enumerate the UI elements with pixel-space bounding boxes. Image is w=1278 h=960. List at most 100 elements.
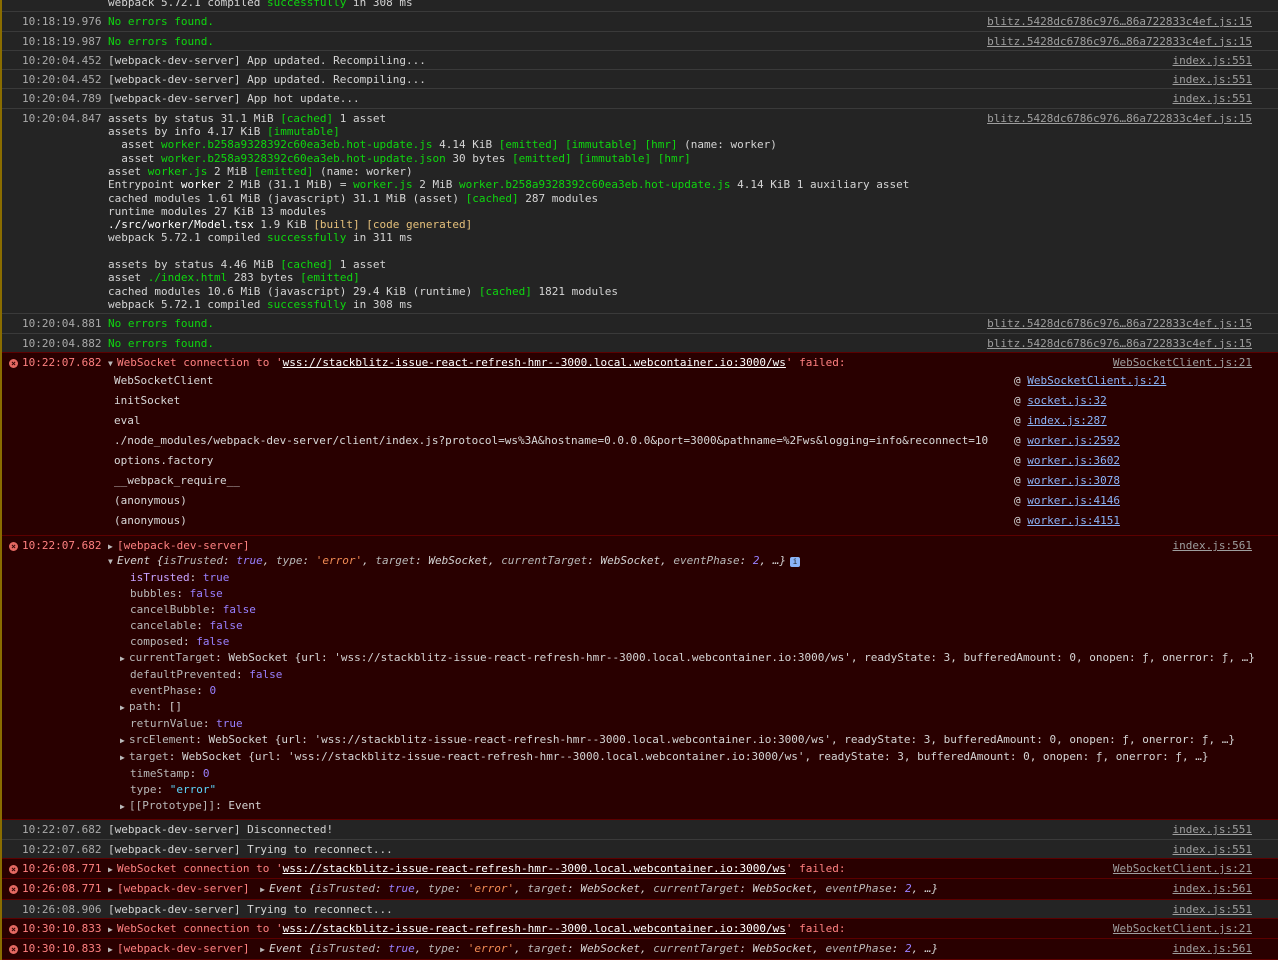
source-link[interactable]: index.js:551	[987, 73, 1278, 86]
error-icon: ×	[9, 865, 18, 875]
console-message: webpack 5.72.1 compiled successfully in …	[2, 0, 1278, 13]
stack-source-link[interactable]: index.js:287	[1027, 414, 1106, 427]
source-link[interactable]: index.js:551	[987, 903, 1278, 916]
source-link[interactable]: index.js:561	[987, 942, 1278, 956]
message-text[interactable]: ▶ WebSocket connection to 'wss://stackbli…	[108, 862, 987, 876]
source-link[interactable]: WebSocketClient.js:21	[987, 356, 1278, 370]
console-error: × 10:26:08.771 ▶ WebSocket connection to …	[2, 858, 1278, 880]
collapse-arrow-icon[interactable]: ▼	[108, 554, 117, 570]
source-link[interactable]: WebSocketClient.js:21	[987, 922, 1278, 936]
stack-source-link[interactable]: worker.js:3602	[1027, 454, 1120, 467]
console-message: 10:22:07.682 [webpack-dev-server] Trying…	[2, 840, 1278, 860]
error-icon: ×	[9, 542, 18, 552]
ws-url-link[interactable]: wss://stackblitz-issue-react-refresh-hmr…	[283, 922, 786, 935]
ws-url-link[interactable]: wss://stackblitz-issue-react-refresh-hmr…	[283, 862, 786, 875]
prop-path[interactable]: ▶ path: []	[108, 699, 1278, 716]
message-text: [webpack-dev-server] Disconnected!	[108, 823, 334, 837]
expand-arrow-icon[interactable]: ▶	[108, 863, 117, 876]
console-error: × 10:26:08.771 ▶ [webpack-dev-server] ▶ Ev…	[2, 878, 1278, 900]
prop-returnvalue: returnValue: true	[130, 717, 243, 731]
expand-arrow-icon[interactable]: ▶	[260, 943, 269, 956]
console-log: webpack 5.72.1 compiled successfully in …	[0, 0, 1278, 960]
ws-url-link[interactable]: wss://stackblitz-issue-react-refresh-hmr…	[283, 356, 786, 369]
console-message-build: 10:20:04.847 assets by status 31.1 MiB […	[2, 109, 1278, 315]
stack-frame: eval @ index.js:287	[106, 411, 1278, 431]
message-text: [webpack-dev-server] App updated. Recomp…	[108, 73, 426, 87]
timestamp: 10:26:08.771	[22, 882, 102, 896]
console-message: 10:20:04.881 No errors found. blitz.5428…	[2, 314, 1278, 334]
console-error-expanded: × 10:22:07.682 ▶ [webpack-dev-server] ind…	[2, 535, 1278, 821]
expand-arrow-icon[interactable]: ▶	[108, 923, 117, 936]
prop-composed: composed: false	[130, 635, 230, 649]
timestamp: 10:22:07.682	[22, 355, 102, 369]
timestamp: 10:30:10.833	[22, 921, 102, 935]
stack-function: eval	[114, 414, 141, 428]
stack-frame: initSocket @ socket.js:32	[106, 391, 1278, 411]
expand-arrow-icon[interactable]: ▶	[260, 883, 269, 896]
source-link[interactable]: index.js:551	[987, 843, 1278, 856]
stack-frame: __webpack_require__ @ worker.js:3078	[106, 471, 1278, 491]
expand-arrow-icon[interactable]: ▶	[108, 540, 117, 553]
error-icon: ×	[9, 358, 18, 368]
message-text: No errors found.	[108, 336, 214, 350]
prop-srcelement[interactable]: ▶ srcElement: WebSocket {url: 'wss://stac…	[108, 732, 1278, 749]
console-message: 10:20:04.452 [webpack-dev-server] App up…	[2, 70, 1278, 90]
stack-trace: WebSocketClient @ WebSocketClient.js:21 in…	[2, 371, 1278, 531]
stack-source-link[interactable]: worker.js:2592	[1027, 434, 1120, 447]
info-icon[interactable]: i	[790, 557, 800, 568]
prop-timestamp: timeStamp: 0	[130, 767, 210, 781]
collapse-arrow-icon[interactable]: ▼	[108, 357, 117, 370]
stack-frame: (anonymous) @ worker.js:4151	[106, 511, 1278, 531]
source-link[interactable]: blitz.5428dc6786c976…86a722833c4ef.js:15	[987, 337, 1278, 350]
stack-function: (anonymous)	[114, 494, 187, 508]
source-link[interactable]: index.js:551	[987, 823, 1278, 836]
stack-function: (anonymous)	[114, 514, 187, 528]
prop-target[interactable]: ▶ target: WebSocket {url: 'wss://stackbli…	[108, 749, 1278, 766]
expand-arrow-icon[interactable]: ▶	[108, 943, 117, 956]
timestamp: 10:26:08.771	[22, 862, 102, 876]
stack-source-link[interactable]: worker.js:4146	[1027, 494, 1120, 507]
stack-frame: (anonymous) @ worker.js:4146	[106, 491, 1278, 511]
console-error-expanded: × 10:22:07.682 ▼ WebSocket connection to …	[2, 351, 1278, 537]
expand-arrow-icon: ▶	[120, 802, 125, 812]
stack-source-link[interactable]: worker.js:3078	[1027, 474, 1120, 487]
console-message: 10:22:07.682 [webpack-dev-server] Discon…	[2, 820, 1278, 840]
message-text[interactable]: ▼ WebSocket connection to 'wss://stackbli…	[108, 356, 987, 370]
prop-prototype[interactable]: ▶ [[Prototype]]: Event	[108, 798, 1278, 815]
message-text[interactable]: ▶ WebSocket connection to 'wss://stackbli…	[108, 922, 987, 936]
expand-arrow-icon: ▶	[120, 736, 125, 746]
stack-source-link[interactable]: worker.js:4151	[1027, 514, 1120, 527]
prop-type: type: "error"	[130, 783, 217, 797]
prop-currenttarget[interactable]: ▶ currentTarget: WebSocket {url: 'wss://s…	[108, 650, 1278, 667]
source-link[interactable]: WebSocketClient.js:21	[987, 862, 1278, 876]
console-message: 10:26:08.906 [webpack-dev-server] Trying…	[2, 900, 1278, 919]
error-icon: ×	[9, 924, 18, 934]
source-link[interactable]: index.js:561	[987, 882, 1278, 896]
stack-source-link[interactable]: socket.js:32	[1027, 394, 1106, 407]
timestamp: 10:20:04.789	[22, 92, 102, 106]
stack-function: initSocket	[114, 394, 181, 408]
console-message: 10:20:04.882 No errors found. blitz.5428…	[2, 334, 1278, 353]
message-text: [webpack-dev-server] App updated. Recomp…	[108, 53, 426, 67]
expand-arrow-icon: ▶	[120, 703, 125, 713]
stack-source-link[interactable]: WebSocketClient.js:21	[1027, 374, 1166, 387]
console-message: 10:18:19.976 No errors found. blitz.5428…	[2, 12, 1278, 32]
event-object: ▼ Event {isTrusted: true, type: 'error', …	[2, 553, 1278, 815]
source-link[interactable]: index.js:551	[987, 54, 1278, 67]
source-link[interactable]: blitz.5428dc6786c976…86a722833c4ef.js:15	[987, 317, 1278, 330]
message-text: [webpack-dev-server]	[117, 539, 250, 553]
error-icon: ×	[9, 885, 18, 895]
event-summary[interactable]: ▼ Event {isTrusted: true, type: 'error', …	[108, 553, 1278, 570]
expand-arrow-icon[interactable]: ▶	[108, 883, 117, 896]
timestamp: 10:20:04.882	[22, 336, 102, 350]
prop-eventphase: eventPhase: 0	[130, 684, 217, 698]
prop-bubbles: bubbles: false	[130, 587, 223, 601]
source-link[interactable]: blitz.5428dc6786c976…86a722833c4ef.js:15	[987, 35, 1278, 48]
source-link[interactable]: index.js:551	[987, 92, 1278, 105]
source-link[interactable]: blitz.5428dc6786c976…86a722833c4ef.js:15	[987, 15, 1278, 28]
source-link[interactable]: blitz.5428dc6786c976…86a722833c4ef.js:15	[987, 112, 1278, 125]
source-link[interactable]: index.js:561	[987, 539, 1278, 553]
timestamp: 10:30:10.833	[22, 942, 102, 956]
prop-cancelable: cancelable: false	[130, 619, 243, 633]
message-text: [webpack-dev-server] Trying to reconnect…	[108, 902, 393, 916]
